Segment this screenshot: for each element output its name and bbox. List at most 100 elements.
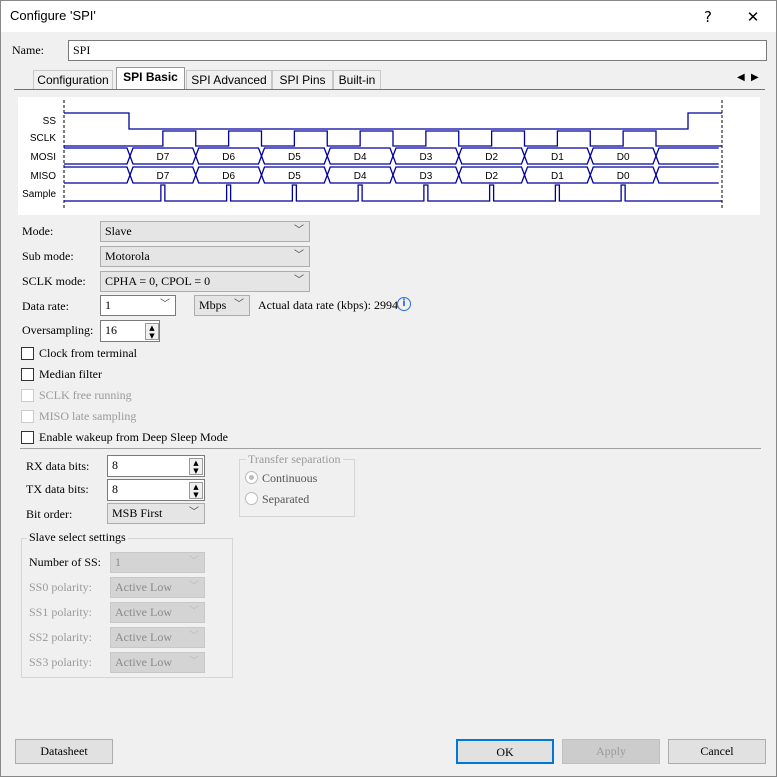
checkbox-label: SCLK free running — [39, 388, 132, 402]
chevron-down-icon: ﹀ — [294, 225, 304, 236]
info-icon[interactable]: i — [397, 297, 411, 311]
separated-radio — [245, 492, 258, 505]
mosi-bit-d7: D7 — [156, 152, 169, 163]
separated-label: Separated — [262, 492, 310, 506]
miso-bit-d0: D0 — [617, 171, 630, 182]
miso-bit-d6: D6 — [222, 171, 235, 182]
checkbox-label: Enable wakeup from Deep Sleep Mode — [39, 430, 228, 444]
checkbox-4[interactable] — [21, 431, 34, 444]
timing-diagram: SS SCLK MOSI MISO Sample D7 D6 D5 D4 D3 D2 D1 D0 D7 D6… — [18, 97, 760, 215]
sub-mode-value: Motorola — [105, 249, 150, 263]
chevron-down-icon: ﹀ — [189, 656, 199, 667]
sample-signal — [64, 184, 722, 202]
mode-label: Mode: — [22, 224, 54, 238]
tx-bits-label: TX data bits: — [26, 482, 89, 496]
chevron-down-icon: ﹀ — [234, 299, 244, 310]
tab-scroll-right-icon[interactable]: ▶ — [751, 72, 759, 83]
tab-configuration[interactable]: Configuration — [33, 70, 113, 89]
continuous-radio — [245, 471, 258, 484]
sclk-signal — [64, 130, 722, 147]
miso-bit-d3: D3 — [419, 171, 432, 182]
checkbox-0[interactable] — [21, 347, 34, 360]
data-rate-unit-select[interactable]: Mbps ﹀ — [194, 295, 250, 316]
cancel-button[interactable]: Cancel — [668, 739, 766, 764]
slave-select-title: Slave select settings — [27, 530, 128, 545]
oversampling-label: Oversampling: — [22, 323, 94, 337]
help-button[interactable]: ? — [693, 5, 723, 29]
ss2-polarity-select: Active Low ﹀ — [110, 627, 205, 648]
sclk-mode-label: SCLK mode: — [22, 274, 86, 288]
tab-spi-advanced[interactable]: SPI Advanced — [186, 70, 272, 89]
miso-bit-d4: D4 — [354, 171, 367, 182]
mosi-bit-d3: D3 — [419, 152, 432, 163]
signal-label-mosi: MOSI — [30, 152, 56, 163]
data-rate-label: Data rate: — [22, 299, 69, 313]
chevron-down-icon: ﹀ — [189, 507, 199, 518]
sclk-mode-value: CPHA = 0, CPOL = 0 — [105, 274, 211, 288]
checkbox-label: MISO late sampling — [39, 409, 137, 423]
tab-spi-basic[interactable]: SPI Basic — [116, 67, 185, 90]
tab-spi-pins[interactable]: SPI Pins — [272, 70, 333, 89]
transfer-separation-title: Transfer separation — [246, 452, 343, 467]
number-of-ss-select: 1 ﹀ — [110, 552, 205, 573]
signal-label-sclk: SCLK — [30, 133, 56, 144]
sub-mode-label: Sub mode: — [22, 249, 74, 263]
mode-value: Slave — [105, 224, 132, 238]
ss-signal — [64, 112, 722, 130]
miso-bit-d1: D1 — [551, 171, 564, 182]
apply-button: Apply — [562, 739, 660, 764]
ss3-polarity-select: Active Low ﹀ — [110, 652, 205, 673]
checkbox-3 — [21, 410, 34, 423]
data-rate-value: 1 — [105, 298, 111, 312]
ok-button[interactable]: OK — [456, 739, 554, 764]
ss1-polarity-select: Active Low ﹀ — [110, 602, 205, 623]
mosi-bit-d2: D2 — [485, 152, 498, 163]
rx-bits-label: RX data bits: — [26, 459, 90, 473]
ss0-polarity-select: Active Low ﹀ — [110, 577, 205, 598]
bit-order-select[interactable]: MSB First ﹀ — [107, 503, 205, 524]
chevron-down-icon: ﹀ — [294, 275, 304, 286]
checkbox-1[interactable] — [21, 368, 34, 381]
close-button[interactable]: ✕ — [738, 5, 768, 29]
checkbox-label: Median filter — [39, 367, 102, 381]
signal-label-sample: Sample — [22, 189, 56, 200]
miso-bit-d7: D7 — [156, 171, 169, 182]
tx-bits-spinner[interactable]: ▲ ▼ — [189, 482, 203, 499]
ss-polarity-value: Active Low — [115, 655, 172, 669]
checkbox-2 — [21, 389, 34, 402]
mosi-bit-d4: D4 — [354, 152, 367, 163]
tab-scroll-left-icon[interactable]: ◀ — [737, 72, 745, 83]
datasheet-button[interactable]: Datasheet — [15, 739, 113, 764]
mode-select[interactable]: Slave ﹀ — [100, 221, 310, 242]
ss0-polarity-label: SS0 polarity: — [29, 580, 93, 594]
mosi-bit-d6: D6 — [222, 152, 235, 163]
chevron-down-icon: ﹀ — [189, 631, 199, 642]
actual-data-rate: Actual data rate (kbps): 2994 — [258, 298, 398, 312]
ss-polarity-value: Active Low — [115, 580, 172, 594]
signal-label-miso: MISO — [30, 171, 56, 182]
tab-built-in[interactable]: Built-in — [333, 70, 381, 89]
oversampling-spinner[interactable]: ▲ ▼ — [145, 323, 159, 340]
ss1-polarity-label: SS1 polarity: — [29, 605, 93, 619]
ss3-polarity-label: SS3 polarity: — [29, 655, 93, 669]
transfer-separation-group — [239, 459, 355, 517]
mosi-bit-d5: D5 — [288, 152, 301, 163]
miso-bit-d5: D5 — [288, 171, 301, 182]
miso-bit-d2: D2 — [485, 171, 498, 182]
title-bar: Configure 'SPI' ? ✕ — [0, 0, 777, 32]
bit-order-label: Bit order: — [26, 507, 73, 521]
ss-polarity-value: Active Low — [115, 630, 172, 644]
number-of-ss-value: 1 — [115, 555, 121, 569]
sclk-mode-select[interactable]: CPHA = 0, CPOL = 0 ﹀ — [100, 271, 310, 292]
chevron-down-icon: ﹀ — [160, 299, 170, 310]
name-label: Name: — [12, 43, 44, 57]
continuous-label: Continuous — [262, 471, 318, 485]
mosi-bit-d0: D0 — [617, 152, 630, 163]
checkbox-label: Clock from terminal — [39, 346, 137, 360]
data-rate-combo[interactable]: 1 ﹀ — [100, 295, 176, 316]
sub-mode-select[interactable]: Motorola ﹀ — [100, 246, 310, 267]
window-title: Configure 'SPI' — [10, 8, 96, 23]
ss2-polarity-label: SS2 polarity: — [29, 630, 93, 644]
rx-bits-spinner[interactable]: ▲ ▼ — [189, 458, 203, 475]
name-input[interactable]: SPI — [68, 40, 767, 61]
